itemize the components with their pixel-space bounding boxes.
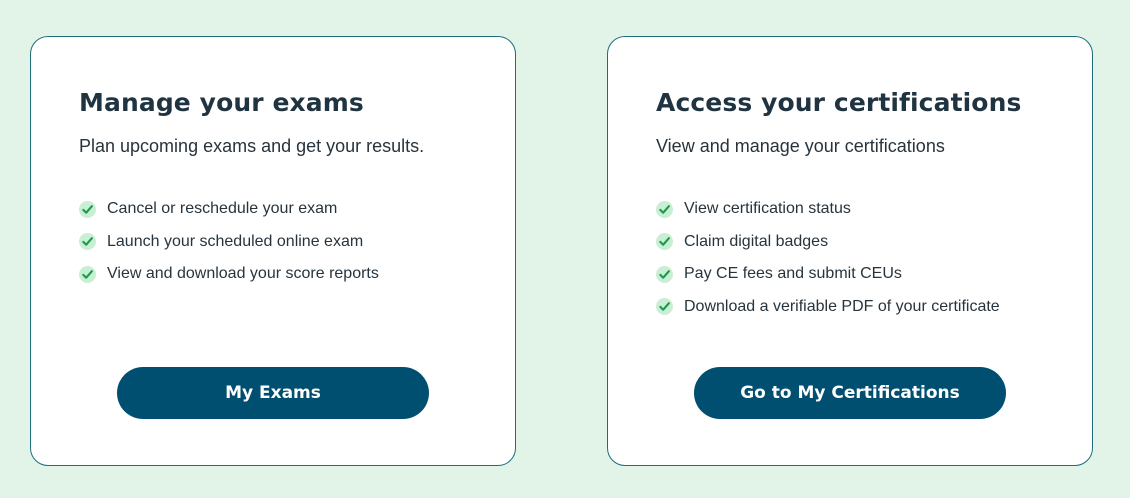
exams-feature-label: Launch your scheduled online exam [107, 232, 364, 250]
exams-card: Manage your exams Plan upcoming exams an… [30, 36, 516, 466]
exams-feature-label: Cancel or reschedule your exam [107, 200, 338, 218]
certifications-card-subtitle: View and manage your certifications [656, 136, 945, 156]
exams-feature-label: View and download your score reports [107, 265, 379, 283]
certifications-feature-item: Claim digital badges [656, 226, 1000, 259]
exams-card-subtitle: Plan upcoming exams and get your results… [79, 136, 425, 156]
my-exams-button[interactable]: My Exams [117, 367, 429, 419]
certifications-feature-label: Pay CE fees and submit CEUs [684, 265, 902, 283]
certifications-card: Access your certifications View and mana… [607, 36, 1093, 466]
check-icon [656, 200, 673, 218]
certifications-card-title: Access your certifications [656, 88, 1022, 117]
certifications-feature-item: Pay CE fees and submit CEUs [656, 258, 1000, 291]
check-icon [656, 265, 673, 283]
exams-feature-item: View and download your score reports [79, 258, 379, 291]
exams-card-title: Manage your exams [79, 88, 364, 117]
certifications-feature-item: Download a verifiable PDF of your certif… [656, 291, 1000, 324]
exams-feature-item: Launch your scheduled online exam [79, 226, 379, 259]
check-icon [79, 233, 96, 251]
certifications-feature-label: Download a verifiable PDF of your certif… [684, 297, 1000, 315]
certifications-feature-label: View certification status [684, 200, 851, 218]
exams-feature-item: Cancel or reschedule your exam [79, 193, 379, 226]
go-to-my-certifications-button[interactable]: Go to My Certifications [694, 367, 1006, 419]
certifications-feature-list: View certification status Claim digital … [656, 193, 1000, 323]
check-icon [79, 200, 96, 218]
check-icon [656, 233, 673, 251]
certifications-feature-item: View certification status [656, 193, 1000, 226]
certifications-feature-label: Claim digital badges [684, 232, 829, 250]
check-icon [656, 298, 673, 316]
exams-feature-list: Cancel or reschedule your exam Launch yo… [79, 193, 379, 291]
check-icon [79, 265, 96, 283]
